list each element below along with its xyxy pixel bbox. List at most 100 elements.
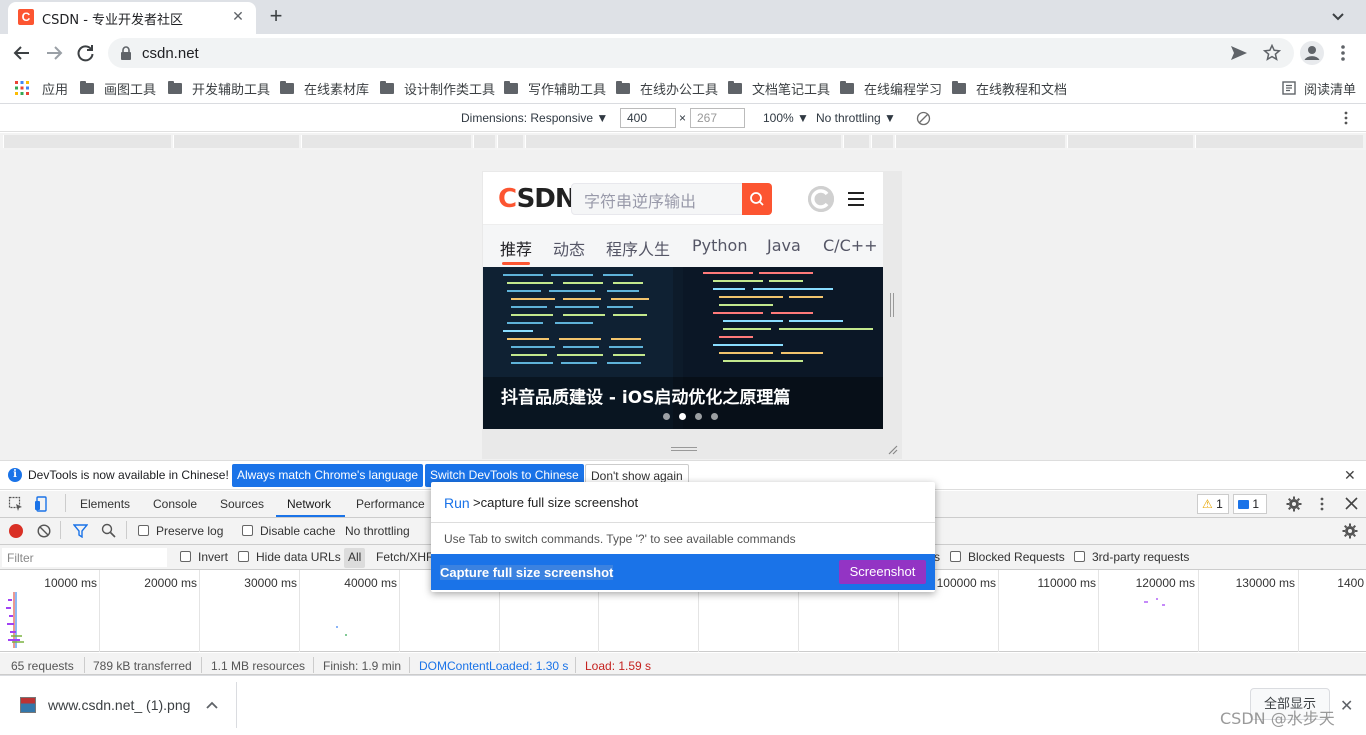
filter-type-fetch-xhr[interactable]: Fetch/XHR bbox=[376, 550, 435, 564]
close-tab-icon[interactable]: ✕ bbox=[230, 8, 246, 24]
close-devtools-icon[interactable] bbox=[1345, 497, 1358, 510]
rotate-icon[interactable] bbox=[916, 111, 931, 126]
carousel-dot[interactable] bbox=[711, 413, 718, 420]
media-query-bar[interactable] bbox=[895, 135, 1065, 148]
download-options-chevron-icon[interactable] bbox=[205, 700, 219, 710]
dimensions-select[interactable]: Dimensions: Responsive ▼ bbox=[461, 111, 608, 125]
url-text[interactable]: csdn.net bbox=[142, 45, 199, 62]
tab-performance[interactable]: Performance bbox=[356, 497, 425, 511]
record-button[interactable] bbox=[9, 524, 23, 538]
csdn-logo[interactable]: CSDN bbox=[498, 184, 577, 214]
send-icon[interactable] bbox=[1230, 45, 1248, 61]
close-downloads-icon[interactable]: ✕ bbox=[1340, 696, 1353, 716]
warnings-counter[interactable]: ⚠ 1 bbox=[1197, 494, 1229, 514]
media-query-bar[interactable] bbox=[301, 135, 471, 148]
reload-button[interactable] bbox=[72, 39, 100, 67]
download-file-name[interactable]: www.csdn.net_ (1).png bbox=[48, 697, 190, 713]
device-throttling-select[interactable]: No throttling ▼ bbox=[816, 111, 896, 125]
dom-content-loaded: DOMContentLoaded: 1.30 s bbox=[419, 659, 569, 673]
filter-type-all[interactable]: All bbox=[344, 548, 366, 568]
hamburger-menu-icon[interactable] bbox=[847, 191, 865, 207]
nav-item-active[interactable]: 推荐 bbox=[500, 236, 532, 260]
close-infobar-icon[interactable]: ✕ bbox=[1344, 467, 1356, 484]
disable-cache-checkbox[interactable] bbox=[242, 525, 253, 536]
tab-search-chevron-icon[interactable] bbox=[1326, 8, 1350, 26]
search-icon[interactable] bbox=[101, 523, 116, 538]
bookmark-folder[interactable]: 在线教程和文档 bbox=[952, 78, 1067, 98]
media-query-bar[interactable] bbox=[3, 135, 171, 148]
bookmark-folder[interactable]: 文档笔记工具 bbox=[728, 78, 830, 98]
back-button[interactable] bbox=[8, 39, 36, 67]
media-query-bar[interactable] bbox=[497, 135, 523, 148]
media-query-bar[interactable] bbox=[871, 135, 893, 148]
command-prefix: Run bbox=[444, 495, 470, 511]
nav-item[interactable]: C/C++ bbox=[823, 236, 878, 255]
preserve-log-checkbox[interactable] bbox=[138, 525, 149, 536]
devtools-more-icon[interactable] bbox=[1320, 497, 1324, 511]
bookmark-folder[interactable]: 在线编程学习 bbox=[840, 78, 942, 98]
timeline-gridline bbox=[1198, 570, 1199, 652]
bookmark-folder[interactable]: 写作辅助工具 bbox=[504, 78, 606, 98]
bookmark-folder[interactable]: 在线素材库 bbox=[280, 78, 369, 98]
nav-item[interactable]: 程序人生 bbox=[606, 236, 670, 260]
match-language-button[interactable]: Always match Chrome's language bbox=[232, 464, 424, 487]
blocked-requests-checkbox[interactable] bbox=[950, 551, 961, 562]
nav-item[interactable]: Python bbox=[692, 236, 747, 255]
tab-elements[interactable]: Elements bbox=[80, 497, 130, 511]
chrome-menu-icon[interactable] bbox=[1340, 44, 1346, 62]
site-search-button[interactable] bbox=[742, 183, 772, 215]
inspect-element-icon[interactable] bbox=[8, 496, 24, 512]
tab-network[interactable]: Network bbox=[287, 497, 331, 511]
network-filter-input[interactable]: Filter bbox=[2, 548, 167, 567]
clear-icon[interactable] bbox=[37, 524, 51, 538]
bookmark-folder[interactable]: 设计制作类工具 bbox=[380, 78, 495, 98]
lock-icon[interactable] bbox=[120, 46, 132, 60]
carousel-dot[interactable] bbox=[663, 413, 670, 420]
device-height-input[interactable]: 267 bbox=[690, 108, 745, 128]
bookmark-folder[interactable]: 画图工具 bbox=[80, 78, 156, 98]
bookmark-star-icon[interactable] bbox=[1263, 44, 1281, 62]
media-query-bar[interactable] bbox=[1067, 135, 1193, 148]
profile-avatar-icon[interactable] bbox=[1300, 41, 1324, 65]
media-query-bar[interactable] bbox=[473, 135, 495, 148]
media-query-bar[interactable] bbox=[525, 135, 841, 148]
carousel-dot[interactable] bbox=[695, 413, 702, 420]
image-file-icon[interactable] bbox=[20, 697, 36, 713]
filter-icon[interactable] bbox=[73, 524, 88, 538]
viewport-corner-resize-handle[interactable] bbox=[886, 443, 898, 455]
timeline-tick-label: 120000 ms bbox=[1135, 576, 1195, 590]
invert-checkbox[interactable] bbox=[180, 551, 191, 562]
command-input[interactable]: >capture full size screenshot bbox=[473, 495, 638, 510]
media-query-bar[interactable] bbox=[173, 135, 299, 148]
new-tab-button[interactable]: + bbox=[265, 5, 287, 28]
bookmark-apps[interactable]: 应用 bbox=[14, 78, 68, 98]
nav-item[interactable]: Java bbox=[767, 236, 801, 255]
reading-list-button[interactable]: 阅读清单 bbox=[1282, 78, 1356, 98]
network-settings-gear-icon[interactable] bbox=[1342, 523, 1358, 539]
forward-button[interactable] bbox=[40, 39, 68, 67]
third-party-checkbox[interactable] bbox=[1074, 551, 1085, 562]
messages-counter[interactable]: 1 bbox=[1233, 494, 1267, 514]
media-query-bar[interactable] bbox=[843, 135, 869, 148]
bookmark-folder[interactable]: 开发辅助工具 bbox=[168, 78, 270, 98]
command-result-label[interactable]: Capture full size screenshot bbox=[440, 565, 614, 580]
info-icon: i bbox=[8, 468, 22, 482]
carousel-dot-active[interactable] bbox=[679, 413, 686, 420]
viewport-height-resize-handle[interactable] bbox=[671, 447, 697, 451]
device-width-input[interactable]: 400 bbox=[620, 108, 676, 128]
address-bar[interactable] bbox=[108, 38, 1294, 68]
banner-title[interactable]: 抖音品质建设 - iOS启动优化之原理篇 bbox=[501, 383, 790, 408]
bookmark-folder[interactable]: 在线办公工具 bbox=[616, 78, 718, 98]
viewport-width-resize-handle[interactable] bbox=[890, 293, 894, 317]
csdn-c-badge-icon[interactable] bbox=[808, 186, 834, 212]
settings-gear-icon[interactable] bbox=[1286, 496, 1302, 512]
network-throttling-select[interactable]: No throttling bbox=[345, 524, 410, 538]
nav-item[interactable]: 动态 bbox=[553, 236, 585, 260]
zoom-select[interactable]: 100% ▼ bbox=[763, 111, 809, 125]
hide-data-urls-checkbox[interactable] bbox=[238, 551, 249, 562]
device-more-icon[interactable] bbox=[1344, 111, 1348, 125]
media-query-bar[interactable] bbox=[1195, 135, 1363, 148]
tab-sources[interactable]: Sources bbox=[220, 497, 264, 511]
tab-console[interactable]: Console bbox=[153, 497, 197, 511]
device-toggle-icon[interactable] bbox=[34, 496, 52, 512]
